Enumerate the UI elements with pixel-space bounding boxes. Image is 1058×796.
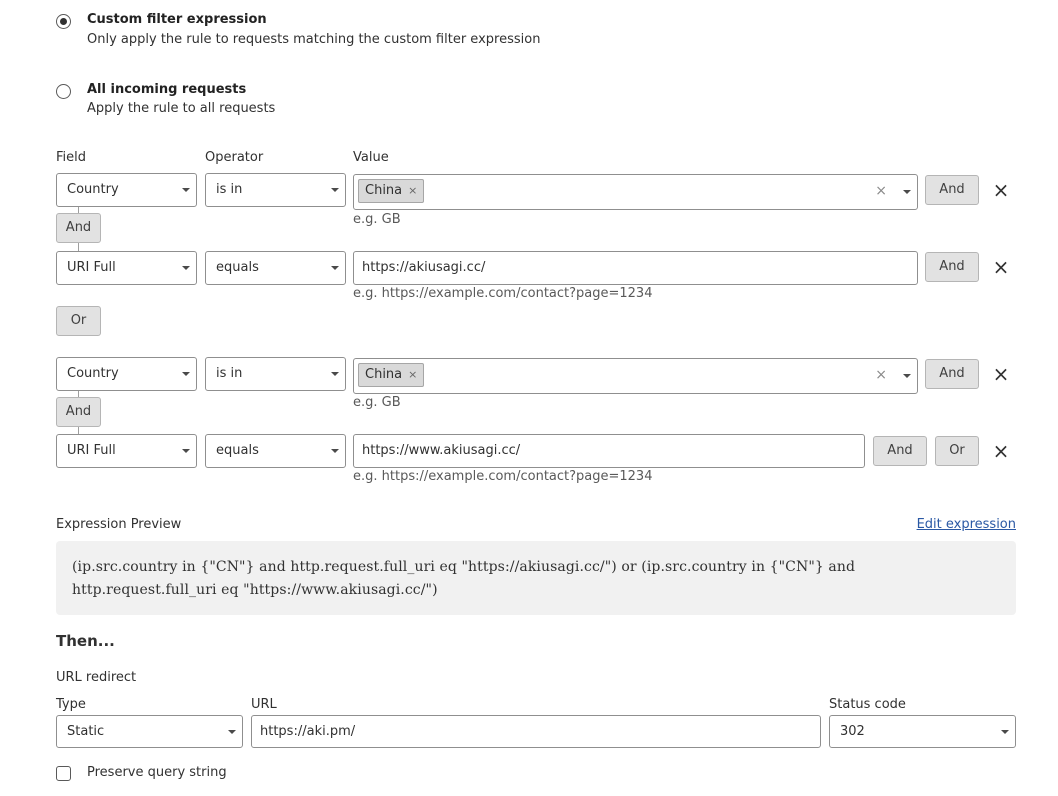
and-button[interactable]: And <box>925 359 979 389</box>
value-multiselect[interactable]: China × × <box>353 174 918 210</box>
value-tag-label: China <box>365 183 403 198</box>
custom-filter-radio[interactable] <box>56 14 71 29</box>
chevron-down-icon <box>331 372 339 376</box>
clear-icon[interactable]: × <box>875 175 887 207</box>
value-multiselect[interactable]: China × × <box>353 358 918 394</box>
clear-icon[interactable]: × <box>875 359 887 391</box>
custom-filter-title: Custom filter expression <box>87 12 267 27</box>
chevron-down-icon <box>182 188 190 192</box>
remove-row-icon[interactable]: × <box>991 364 1011 384</box>
chevron-down-icon <box>228 730 236 734</box>
operator-select[interactable]: is in <box>205 173 346 207</box>
field-column-label: Field <box>56 150 87 165</box>
field-select[interactable]: URI Full <box>56 251 197 285</box>
group-and-button[interactable]: And <box>56 397 101 427</box>
expression-preview-box: (ip.src.country in {"CN"} and http.reque… <box>56 541 1016 615</box>
value-hint: e.g. GB <box>353 212 401 227</box>
value-tag-label: China <box>365 367 403 382</box>
type-select-value: Static <box>67 724 105 739</box>
value-hint: e.g. https://example.com/contact?page=12… <box>353 469 653 484</box>
field-select[interactable]: URI Full <box>56 434 197 468</box>
or-button[interactable]: Or <box>935 436 979 466</box>
chevron-down-icon <box>182 449 190 453</box>
value-column-label: Value <box>353 150 389 165</box>
and-button[interactable]: And <box>925 175 979 205</box>
chevron-down-icon <box>1001 730 1009 734</box>
operator-select[interactable]: is in <box>205 357 346 391</box>
value-input[interactable]: https://akiusagi.cc/ <box>353 251 918 285</box>
chevron-down-icon <box>182 266 190 270</box>
field-select[interactable]: Country <box>56 173 197 207</box>
all-requests-radio[interactable] <box>56 84 71 99</box>
operator-column-label: Operator <box>205 150 264 165</box>
action-label: URL redirect <box>56 670 137 685</box>
field-select-value: Country <box>67 366 119 381</box>
status-code-value: 302 <box>840 724 865 739</box>
value-input[interactable]: https://www.akiusagi.cc/ <box>353 434 865 468</box>
preserve-query-label: Preserve query string <box>87 765 227 780</box>
field-select[interactable]: Country <box>56 357 197 391</box>
tag-remove-icon[interactable]: × <box>408 184 417 197</box>
remove-row-icon[interactable]: × <box>991 441 1011 461</box>
expression-line-1: (ip.src.country in {"CN"} and http.reque… <box>72 559 856 575</box>
expression-line-2: http.request.full_uri eq "https://www.ak… <box>72 582 438 598</box>
operator-select-value: equals <box>216 443 259 458</box>
value-tag: China × <box>358 179 425 203</box>
field-select-value: Country <box>67 182 119 197</box>
operator-select-value: is in <box>216 182 243 197</box>
operator-select[interactable]: equals <box>205 434 346 468</box>
tag-remove-icon[interactable]: × <box>408 368 417 381</box>
and-button[interactable]: And <box>873 436 927 466</box>
chevron-down-icon <box>331 188 339 192</box>
group-or-button[interactable]: Or <box>56 306 101 336</box>
and-button[interactable]: And <box>925 252 979 282</box>
custom-filter-description: Only apply the rule to requests matching… <box>87 32 541 47</box>
url-label: URL <box>251 697 277 712</box>
operator-select[interactable]: equals <box>205 251 346 285</box>
chevron-down-icon[interactable] <box>903 190 911 194</box>
url-input[interactable]: https://aki.pm/ <box>251 715 821 748</box>
operator-select-value: is in <box>216 366 243 381</box>
operator-select-value: equals <box>216 260 259 275</box>
remove-row-icon[interactable]: × <box>991 180 1011 200</box>
all-requests-description: Apply the rule to all requests <box>87 101 276 116</box>
preserve-query-checkbox[interactable] <box>56 766 71 781</box>
then-heading: Then... <box>56 632 115 650</box>
all-requests-title: All incoming requests <box>87 82 247 97</box>
chevron-down-icon <box>331 449 339 453</box>
status-code-label: Status code <box>829 697 906 712</box>
group-and-button[interactable]: And <box>56 213 101 243</box>
chevron-down-icon <box>182 372 190 376</box>
expression-preview-title: Expression Preview <box>56 517 182 532</box>
field-select-value: URI Full <box>67 443 116 458</box>
type-select[interactable]: Static <box>56 715 243 748</box>
value-hint: e.g. GB <box>353 395 401 410</box>
value-hint: e.g. https://example.com/contact?page=12… <box>353 286 653 301</box>
chevron-down-icon[interactable] <box>903 374 911 378</box>
type-label: Type <box>56 697 86 712</box>
edit-expression-link[interactable]: Edit expression <box>917 517 1016 532</box>
remove-row-icon[interactable]: × <box>991 257 1011 277</box>
chevron-down-icon <box>331 266 339 270</box>
value-tag: China × <box>358 363 425 387</box>
status-code-select[interactable]: 302 <box>829 715 1016 748</box>
field-select-value: URI Full <box>67 260 116 275</box>
